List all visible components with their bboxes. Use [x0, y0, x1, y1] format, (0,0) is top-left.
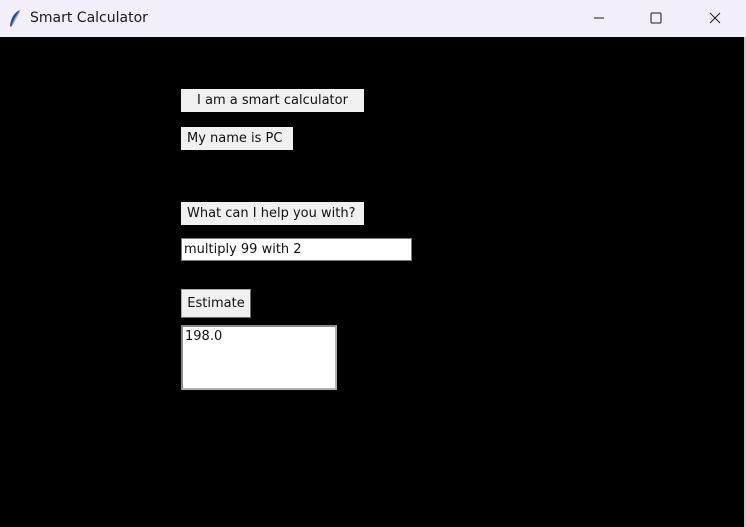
intro-label: I am a smart calculator — [181, 89, 364, 112]
maximize-button[interactable] — [627, 0, 685, 37]
close-icon — [709, 9, 721, 28]
close-button[interactable] — [686, 0, 744, 37]
prompt-label: What can I help you with? — [181, 202, 364, 225]
window-client-area: I am a smart calculator My name is PC Wh… — [0, 37, 744, 527]
minimize-icon — [593, 9, 605, 28]
minimize-button[interactable] — [570, 0, 628, 37]
maximize-icon — [650, 9, 662, 28]
app-window: Smart Calculator I am a smart calculator… — [0, 0, 746, 527]
title-bar[interactable]: Smart Calculator — [0, 0, 746, 37]
window-title: Smart Calculator — [30, 10, 148, 26]
feather-icon — [7, 9, 23, 29]
query-input[interactable] — [181, 238, 412, 261]
name-label: My name is PC — [181, 127, 293, 150]
result-textbox[interactable]: 198.0 — [181, 325, 337, 390]
estimate-button[interactable]: Estimate — [181, 289, 251, 318]
